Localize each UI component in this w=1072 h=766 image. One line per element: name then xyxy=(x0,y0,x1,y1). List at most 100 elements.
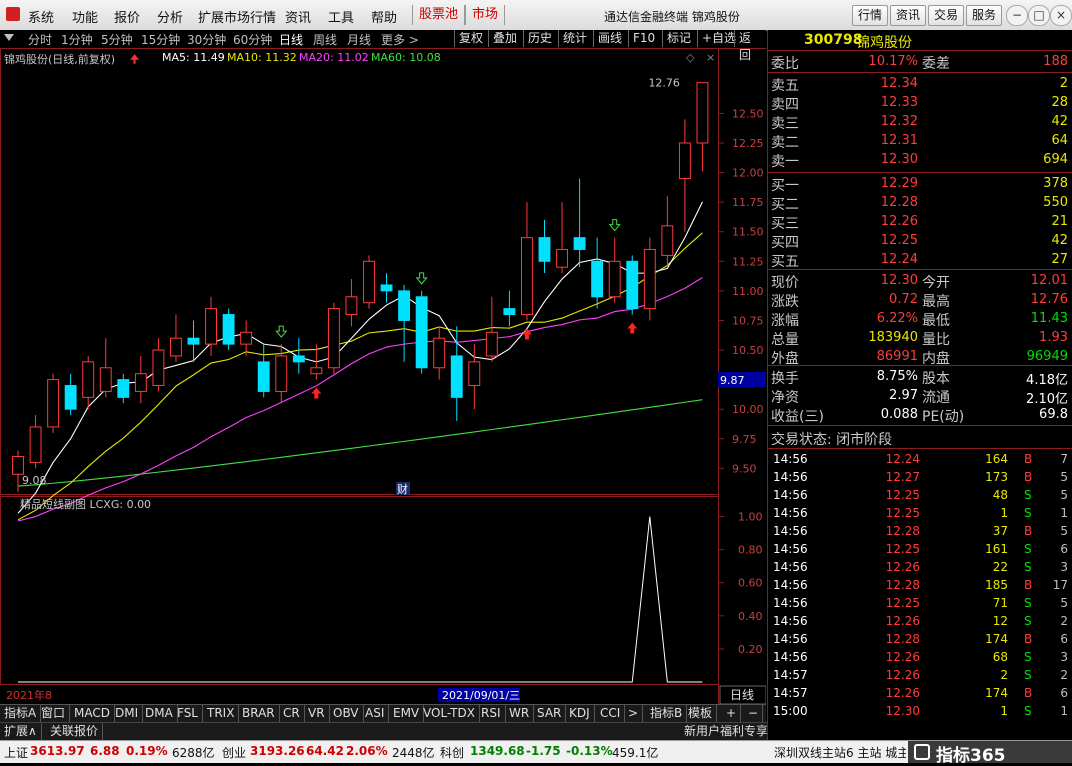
fundamental-row[interactable]: 收益(三) 0.088 PE(动) 69.8 xyxy=(768,405,1072,425)
minimize-icon[interactable]: − xyxy=(1006,5,1028,26)
stat-label: 总量 xyxy=(771,332,799,348)
overlay-button[interactable]: 叠加 xyxy=(488,30,521,47)
tab-asi[interactable]: ASI xyxy=(361,705,390,722)
stat-row[interactable]: 现价 12.30 今开 12.01 xyxy=(768,271,1072,291)
tab-obv[interactable]: OBV xyxy=(329,705,364,722)
tab-macd[interactable]: MACD xyxy=(70,705,115,722)
related-quote-tab[interactable]: 关联报价 xyxy=(46,723,104,740)
candle-body xyxy=(47,379,60,428)
price-tick-label: 12.50 xyxy=(732,107,764,120)
new-user-welfare-link[interactable]: 新用户福利专享 xyxy=(680,723,774,740)
fundamental-row[interactable]: 净资 2.97 流通 2.10亿 xyxy=(768,386,1072,407)
buy-volume: 550 xyxy=(1043,195,1068,210)
tab-vr[interactable]: VR xyxy=(304,705,330,722)
tick-count: 6 xyxy=(1060,686,1068,700)
tab-sar[interactable]: SAR xyxy=(533,705,567,722)
sell-level-5[interactable]: 卖五 12.34 2 xyxy=(768,74,1072,94)
tab-kdj[interactable]: KDJ xyxy=(565,705,595,722)
stat-row[interactable]: 外盘 86991 内盘 96949 xyxy=(768,347,1072,367)
period-tab-15min[interactable]: 15分钟 xyxy=(141,31,180,48)
menu-market[interactable]: 市场 xyxy=(465,5,506,25)
tab-cci[interactable]: CCI xyxy=(596,705,626,722)
menu-quote[interactable]: 报价 xyxy=(114,7,140,26)
back-button[interactable]: 返回 xyxy=(734,30,766,62)
tick-price: 12.26 xyxy=(885,668,920,682)
menu-system[interactable]: 系统 xyxy=(28,7,54,26)
tick-direction: S xyxy=(1024,506,1032,520)
tab-indicator-a[interactable]: 指标A xyxy=(0,705,42,722)
sub-tick-label: 0.40 xyxy=(738,610,763,623)
period-label: 日线 xyxy=(730,688,754,702)
cai-label[interactable]: 财 xyxy=(397,482,408,496)
draw-button[interactable]: 画线 xyxy=(593,30,626,47)
period-tab-5min[interactable]: 5分钟 xyxy=(101,31,133,48)
quote-button[interactable]: 行情 xyxy=(852,5,888,26)
tab-trix[interactable]: TRIX xyxy=(203,705,240,722)
mark-button[interactable]: 标记 xyxy=(662,30,695,47)
menu-info[interactable]: 资讯 xyxy=(285,7,311,26)
menu-analysis[interactable]: 分析 xyxy=(157,7,183,26)
zoom-out-icon[interactable]: − xyxy=(744,705,764,722)
tab-next-icon[interactable]: > xyxy=(624,705,644,722)
candle xyxy=(678,119,691,232)
expand-button[interactable]: 扩展∧ xyxy=(0,723,42,740)
period-tab-1min[interactable]: 1分钟 xyxy=(61,31,93,48)
trade-button[interactable]: 交易 xyxy=(928,5,964,26)
news-button[interactable]: 资讯 xyxy=(890,5,926,26)
stat-row[interactable]: 总量 183940 量比 1.93 xyxy=(768,328,1072,348)
service-button[interactable]: 服务 xyxy=(966,5,1002,26)
menu-stock-pool[interactable]: 股票池 xyxy=(412,5,466,25)
menu-extended-market[interactable]: 扩展市场行情 xyxy=(198,7,276,26)
tab-dmi[interactable]: DMI xyxy=(111,705,144,722)
menu-help[interactable]: 帮助 xyxy=(371,7,397,26)
stat-row[interactable]: 涨跌 0.72 最高 12.76 xyxy=(768,290,1072,310)
date-cursor: 2021/09/01/三 xyxy=(442,689,520,702)
sell-level-4[interactable]: 卖四 12.33 28 xyxy=(768,93,1072,113)
candle-body xyxy=(468,361,481,387)
period-tab-daily[interactable]: 日线 xyxy=(279,31,303,48)
buy-level-3[interactable]: 买三 12.26 21 xyxy=(768,212,1072,232)
zoom-in-icon[interactable]: + xyxy=(722,705,742,722)
candle-body xyxy=(12,456,24,475)
period-tab-30min[interactable]: 30分钟 xyxy=(187,31,226,48)
tab-window[interactable]: 窗口 xyxy=(37,705,71,722)
stat-row[interactable]: 涨幅 6.22% 最低 11.43 xyxy=(768,309,1072,329)
candle-body xyxy=(503,308,516,316)
fundamental-row[interactable]: 换手 8.75% 股本 4.18亿 xyxy=(768,367,1072,388)
tab-rsi[interactable]: RSI xyxy=(477,705,506,722)
history-button[interactable]: 历史 xyxy=(523,30,556,47)
candle-body xyxy=(64,385,77,410)
period-dropdown-icon[interactable] xyxy=(4,34,14,41)
statistics-button[interactable]: 统计 xyxy=(558,30,591,47)
adjust-button[interactable]: 复权 xyxy=(454,30,487,47)
maximize-icon[interactable]: □ xyxy=(1028,5,1050,26)
tab-indicator-b[interactable]: 指标B xyxy=(646,705,688,722)
tab-brar[interactable]: BRAR xyxy=(238,705,280,722)
tab-vol-tdx[interactable]: VOL-TDX xyxy=(419,705,480,722)
period-tab-weekly[interactable]: 周线 xyxy=(313,31,337,48)
sell-level-3[interactable]: 卖三 12.32 42 xyxy=(768,112,1072,132)
sell-level-1[interactable]: 卖一 12.30 694 xyxy=(768,150,1072,170)
kline-chart[interactable]: 12.50 12.25 12.00 11.75 11.50 11.25 11.00 10.75… xyxy=(0,48,766,704)
period-tab-60min[interactable]: 60分钟 xyxy=(233,31,272,48)
buy-level-5[interactable]: 买五 12.24 27 xyxy=(768,250,1072,270)
tab-fsl[interactable]: FSL xyxy=(173,705,203,722)
period-tab-monthly[interactable]: 月线 xyxy=(347,31,371,48)
tab-wr[interactable]: WR xyxy=(505,705,535,722)
sell-label: 卖一 xyxy=(771,154,799,170)
trade-status: 交易状态: 闭市阶段 xyxy=(768,428,1072,448)
buy-level-2[interactable]: 买二 12.28 550 xyxy=(768,193,1072,213)
period-tab-more[interactable]: 更多 > xyxy=(381,31,419,48)
close-icon[interactable]: × xyxy=(1050,5,1072,26)
tab-template[interactable]: 模板 xyxy=(684,705,718,722)
buy-level-4[interactable]: 买四 12.25 42 xyxy=(768,231,1072,251)
tab-cr[interactable]: CR xyxy=(279,705,305,722)
buy-level-1[interactable]: 买一 12.29 378 xyxy=(768,174,1072,194)
menu-tools[interactable]: 工具 xyxy=(328,7,354,26)
period-tab-timeshare[interactable]: 分时 xyxy=(28,31,52,48)
tick-time: 14:56 xyxy=(773,578,808,592)
candle xyxy=(661,196,674,268)
menu-function[interactable]: 功能 xyxy=(72,7,98,26)
sell-level-2[interactable]: 卖二 12.31 64 xyxy=(768,131,1072,151)
f10-button[interactable]: F10 xyxy=(628,30,659,47)
